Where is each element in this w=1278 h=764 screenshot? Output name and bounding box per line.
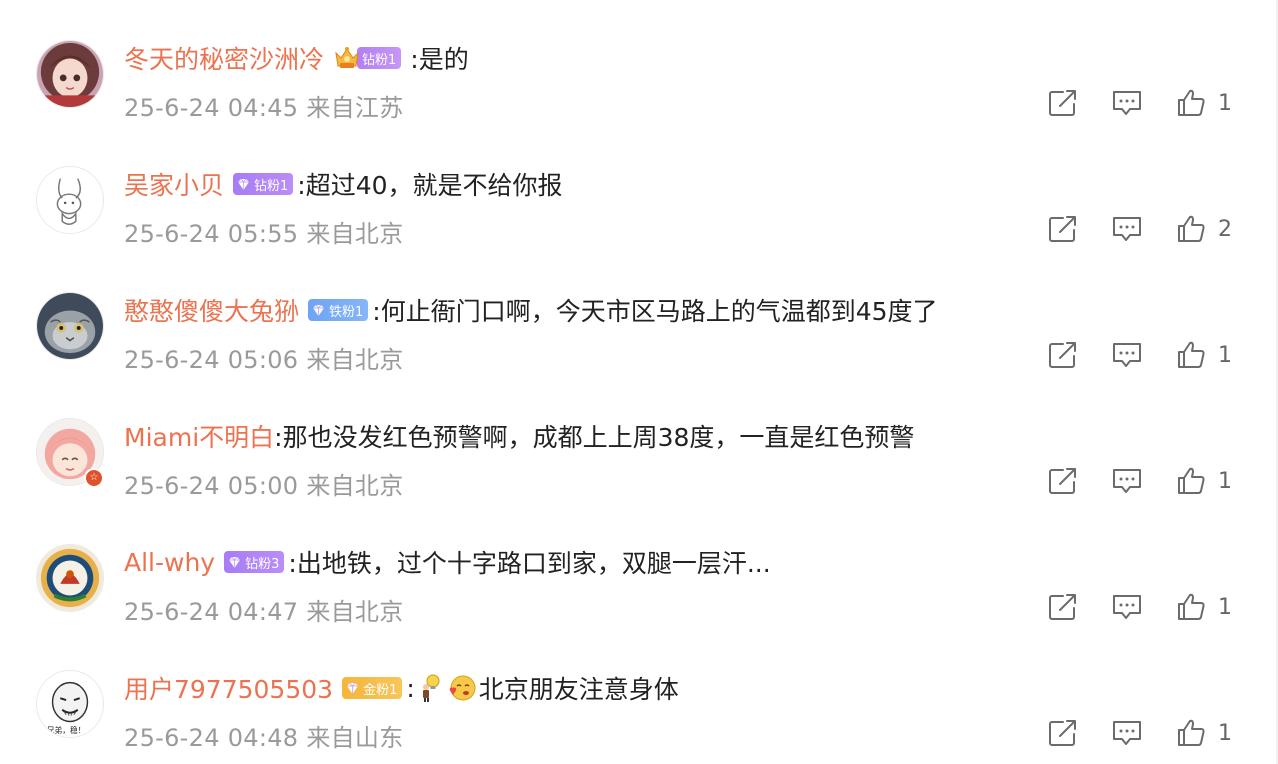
share-icon[interactable] — [1046, 212, 1080, 246]
fan-badge[interactable]: 钻粉1 — [333, 47, 406, 69]
comment-text: :是的 — [410, 45, 469, 74]
fan-badge-label: 钻粉1 — [357, 47, 402, 69]
comment-list: 冬天的秘密沙洲冷 钻粉1:是的 25-6-24 04:45 来自江苏 1 吴家小贝 钻粉1… — [0, 0, 1276, 756]
comment-icon[interactable] — [1110, 86, 1144, 120]
user-avatar[interactable] — [36, 40, 104, 108]
comment-item: ☆ Miami不明白:那也没发红色预警啊，成都上上周38度，一直是红色预警 25-6… — [0, 378, 1276, 504]
thumbs-up-icon[interactable] — [1174, 590, 1208, 624]
thumbs-up-icon[interactable] — [1174, 86, 1208, 120]
fan-badge-label: 钻粉1 — [254, 178, 289, 194]
comment-timestamp: 25-6-24 04:47 — [124, 598, 299, 626]
comment-location: 来自北京 — [306, 220, 404, 248]
comment-actions: 1 — [1046, 86, 1236, 120]
comment-timestamp: 25-6-24 04:45 — [124, 94, 299, 122]
user-avatar[interactable] — [36, 544, 104, 612]
comment-meta: 25-6-24 04:47 来自北京 — [124, 592, 404, 627]
share-icon[interactable] — [1046, 86, 1080, 120]
comment-icon[interactable] — [1110, 590, 1144, 624]
crown-icon — [333, 45, 361, 71]
comment-text: :出地铁，过个十字路口到家，双腿一层汗... — [288, 549, 771, 578]
like-count: 2 — [1218, 216, 1232, 242]
comment-item: 吴家小贝 钻粉1 :超过40，就是不给你报 25-6-24 05:55 来自北京 2 — [0, 126, 1276, 252]
diamond-icon — [227, 555, 242, 570]
comment-item: All-why 钻粉3 :出地铁，过个十字路口到家，双腿一层汗... 25-6-24 … — [0, 504, 1276, 630]
comment-meta: 25-6-24 04:48 来自山东 — [124, 718, 404, 753]
comment-actions: 1 — [1046, 464, 1236, 498]
comment-meta: 25-6-24 05:06 来自北京 — [124, 340, 404, 375]
comments-page: 冬天的秘密沙洲冷 钻粉1:是的 25-6-24 04:45 来自江苏 1 吴家小贝 钻粉1… — [0, 0, 1278, 764]
comment-actions: 1 — [1046, 590, 1236, 624]
thumbs-up-icon[interactable] — [1174, 716, 1208, 750]
comment-actions: 1 — [1046, 338, 1236, 372]
share-icon[interactable] — [1046, 590, 1080, 624]
like-count: 1 — [1218, 342, 1232, 368]
username-link[interactable]: 用户7977505503 — [124, 670, 333, 706]
user-avatar[interactable] — [36, 166, 104, 234]
like-count: 1 — [1218, 90, 1232, 116]
share-icon[interactable] — [1046, 716, 1080, 750]
comment-header: 吴家小贝 钻粉1 :超过40，就是不给你报 — [124, 167, 563, 201]
comment-meta: 25-6-24 05:00 来自北京 — [124, 466, 404, 501]
comment-timestamp: 25-6-24 05:55 — [124, 220, 299, 248]
comment-header: 冬天的秘密沙洲冷 钻粉1 :是的 — [124, 41, 469, 75]
username-link[interactable]: Miami不明白 — [124, 418, 274, 454]
thumbs-up-icon[interactable] — [1174, 212, 1208, 246]
comment-timestamp: 25-6-24 04:48 — [124, 724, 299, 752]
comment-actions: 1 — [1046, 716, 1236, 750]
comment-item: 冬天的秘密沙洲冷 钻粉1:是的 25-6-24 04:45 来自江苏 1 — [0, 0, 1276, 126]
thumbs-up-icon[interactable] — [1174, 464, 1208, 498]
thumbs-up-icon[interactable] — [1174, 338, 1208, 372]
light-bulb-man-emoji — [415, 673, 445, 703]
comment-location: 来自北京 — [306, 472, 404, 500]
comment-actions: 2 — [1046, 212, 1236, 246]
username-link[interactable]: 吴家小贝 — [124, 166, 224, 202]
comment-icon[interactable] — [1110, 716, 1144, 750]
diamond-icon — [311, 303, 326, 318]
comment-location: 来自山东 — [306, 724, 404, 752]
comment-timestamp: 25-6-24 05:00 — [124, 472, 299, 500]
like-count: 1 — [1218, 594, 1232, 620]
comment-text: :何止衙门口啊，今天市区马路上的气温都到45度了 — [372, 297, 938, 326]
comment-header: 用户7977505503 金粉1: 北京朋友注意身体 — [124, 671, 679, 705]
fan-badge-label: 钻粉3 — [245, 556, 280, 572]
fan-badge-label: 金粉1 — [363, 682, 398, 698]
svg-text:兄弟，稳！: 兄弟，稳！ — [47, 725, 86, 735]
comment-icon[interactable] — [1110, 464, 1144, 498]
comment-text: :超过40，就是不给你报 — [297, 171, 563, 200]
diamond-icon — [345, 681, 360, 696]
fan-badge[interactable]: 钻粉1 — [233, 173, 294, 195]
comment-text: 北京朋友注意身体 — [478, 675, 679, 704]
comment-location: 来自江苏 — [306, 94, 404, 122]
username-link[interactable]: 冬天的秘密沙洲冷 — [124, 40, 324, 76]
fan-badge[interactable]: 铁粉1 — [308, 299, 369, 321]
comment-header: All-why 钻粉3 :出地铁，过个十字路口到家，双腿一层汗... — [124, 545, 771, 579]
comment-location: 来自北京 — [306, 598, 404, 626]
comment-icon[interactable] — [1110, 212, 1144, 246]
comment-timestamp: 25-6-24 05:06 — [124, 346, 299, 374]
comment-item: 憨憨傻傻大兔狲 铁粉1 :何止衙门口啊，今天市区马路上的气温都到45度了 25-6-2… — [0, 252, 1276, 378]
fan-badge[interactable]: 钻粉3 — [224, 551, 285, 573]
comment-text: :那也没发红色预警啊，成都上上周38度，一直是红色预警 — [274, 423, 915, 452]
fan-badge-label: 铁粉1 — [329, 304, 364, 320]
user-avatar[interactable]: 兄弟，稳！ — [36, 670, 104, 738]
heart-face-emoji — [447, 673, 477, 703]
comment-icon[interactable] — [1110, 338, 1144, 372]
diamond-icon — [236, 177, 251, 192]
share-icon[interactable] — [1046, 338, 1080, 372]
comment-location: 来自北京 — [306, 346, 404, 374]
user-avatar[interactable] — [36, 292, 104, 360]
comment-item: 兄弟，稳！ 用户7977505503 金粉1: 北京朋友注意身体 25-6-24 04:… — [0, 630, 1276, 756]
verified-badge-icon: ☆ — [84, 468, 104, 488]
like-count: 1 — [1218, 468, 1232, 494]
comment-meta: 25-6-24 04:45 来自江苏 — [124, 88, 404, 123]
comment-prefix: : — [406, 673, 415, 703]
share-icon[interactable] — [1046, 464, 1080, 498]
like-count: 1 — [1218, 720, 1232, 746]
comment-header: 憨憨傻傻大兔狲 铁粉1 :何止衙门口啊，今天市区马路上的气温都到45度了 — [124, 293, 938, 327]
comment-meta: 25-6-24 05:55 来自北京 — [124, 214, 404, 249]
fan-badge[interactable]: 金粉1 — [342, 677, 403, 699]
username-link[interactable]: All-why — [124, 548, 215, 577]
comment-header: Miami不明白:那也没发红色预警啊，成都上上周38度，一直是红色预警 — [124, 419, 914, 453]
username-link[interactable]: 憨憨傻傻大兔狲 — [124, 292, 299, 328]
